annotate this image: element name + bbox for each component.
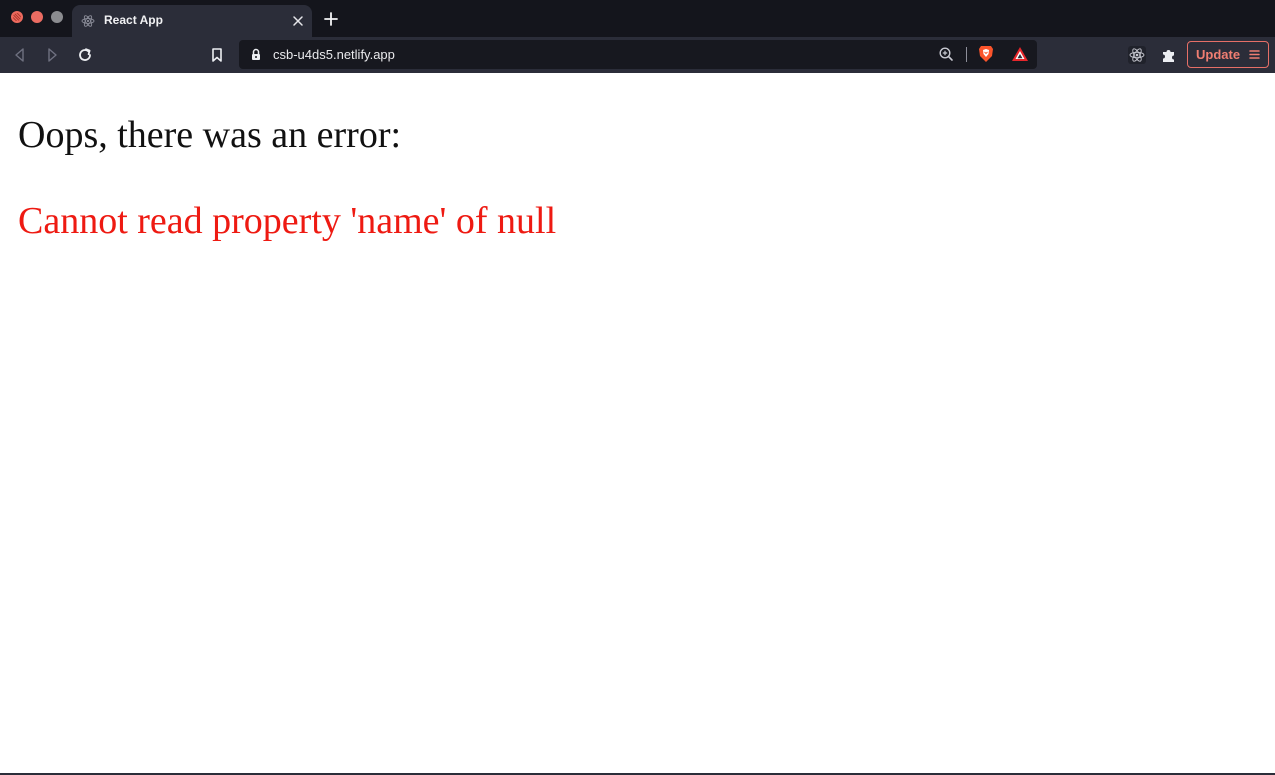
react-devtools-icon[interactable]: [1128, 46, 1146, 64]
page-content: Oops, there was an error: Cannot read pr…: [0, 73, 1275, 773]
back-icon[interactable]: [11, 46, 29, 64]
url-text[interactable]: csb-u4ds5.netlify.app: [273, 47, 395, 62]
window-close-button[interactable]: [11, 11, 23, 23]
address-bar[interactable]: csb-u4ds5.netlify.app: [239, 40, 1037, 69]
forward-icon[interactable]: [43, 46, 61, 64]
lock-icon[interactable]: [250, 48, 262, 61]
zoom-icon[interactable]: [938, 46, 954, 62]
tab-close-icon[interactable]: [290, 13, 306, 29]
window-minimize-button[interactable]: [31, 11, 43, 23]
update-button[interactable]: Update: [1187, 41, 1269, 68]
bookmark-icon[interactable]: [208, 46, 226, 64]
brave-rewards-icon[interactable]: [1011, 46, 1029, 62]
tab-strip: React App: [0, 0, 1275, 37]
error-message: Cannot read property 'name' of null: [18, 200, 557, 242]
window-zoom-button[interactable]: [51, 11, 63, 23]
browser-window: React App csb-u4ds5.netlify.app Update O…: [0, 0, 1275, 775]
tab-title: React App: [104, 13, 163, 27]
update-button-label: Update: [1196, 47, 1241, 62]
tab-react-app[interactable]: React App: [72, 5, 312, 37]
browser-toolbar: csb-u4ds5.netlify.app Update: [0, 37, 1275, 73]
extensions-icon[interactable]: [1160, 46, 1178, 64]
menu-icon: [1249, 50, 1260, 59]
reload-icon[interactable]: [76, 46, 94, 64]
brave-shields-icon[interactable]: [978, 45, 994, 63]
address-bar-divider: [966, 47, 967, 62]
error-heading: Oops, there was an error:: [18, 114, 402, 156]
new-tab-icon[interactable]: [323, 11, 339, 27]
react-logo-icon: [81, 15, 95, 27]
